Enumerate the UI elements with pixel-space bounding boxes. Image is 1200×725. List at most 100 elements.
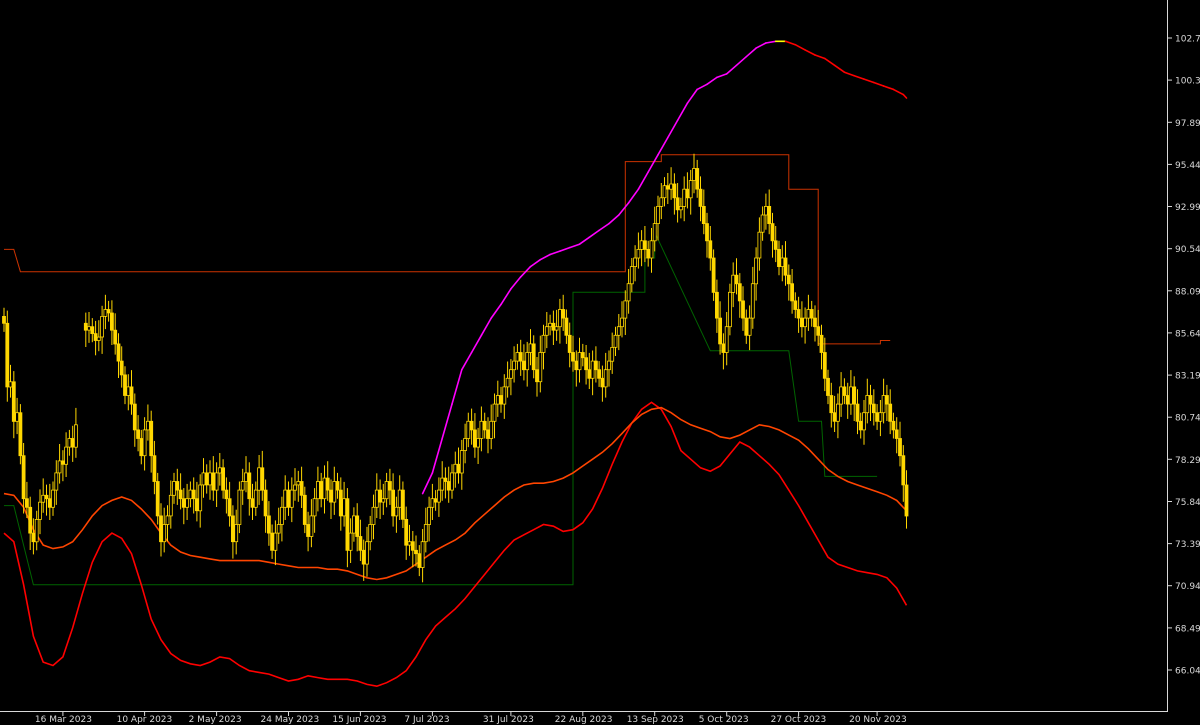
candle-body: [567, 334, 572, 353]
candle-body: [142, 429, 147, 457]
candle-body: [123, 374, 127, 396]
candle-body: [839, 386, 843, 405]
y-tick-label: 92.99: [1175, 203, 1200, 213]
candle-body: [646, 248, 651, 259]
candle-body: [698, 188, 703, 207]
candle-body: [502, 386, 507, 405]
candle-body: [348, 532, 353, 551]
candle-body: [463, 438, 468, 451]
candle-body: [332, 481, 337, 503]
candle-body: [230, 515, 235, 543]
candle-body: [577, 352, 582, 371]
x-tick-label: 5 Oct 2023: [699, 715, 749, 725]
candle-body: [518, 352, 523, 362]
candle-body: [100, 315, 104, 338]
candle-body: [456, 463, 461, 474]
candle-body: [783, 257, 788, 276]
candle-body: [669, 183, 673, 190]
price-candle: [18, 404, 23, 465]
candle-body: [571, 352, 575, 362]
candle-body: [361, 549, 366, 565]
candle-body: [548, 322, 552, 328]
candle-body: [387, 481, 392, 491]
y-tick-label: 97.89: [1175, 119, 1200, 129]
candle-body: [600, 377, 605, 388]
candle-body: [446, 481, 451, 491]
candle-body: [397, 489, 402, 508]
candle-body: [734, 274, 739, 285]
candle-body: [816, 326, 821, 336]
candle-body: [492, 403, 497, 422]
candle-body: [315, 481, 320, 500]
candle-body: [116, 343, 121, 362]
candle-body: [8, 381, 13, 388]
candle-body: [773, 240, 778, 250]
candle-body: [132, 403, 137, 431]
candle-body: [126, 386, 131, 396]
candle-body: [175, 481, 180, 491]
candle-body: [508, 369, 513, 379]
candle-body: [724, 326, 729, 353]
chart-background: [0, 0, 1200, 725]
candle-body: [515, 352, 520, 362]
y-tick-label: 100.34: [1175, 77, 1200, 87]
candle-body: [234, 524, 239, 543]
candle-body: [244, 472, 248, 482]
candle-body: [590, 360, 595, 379]
candle-body: [554, 326, 559, 331]
candle-body: [83, 322, 88, 331]
candle-body: [875, 412, 879, 422]
candle-body: [214, 472, 219, 491]
candle-body: [613, 334, 618, 348]
y-tick-label: 90.54: [1175, 245, 1200, 255]
candle-body: [38, 501, 42, 520]
candle-body: [384, 481, 389, 500]
x-tick-label: 16 Mar 2023: [35, 715, 92, 725]
candle-body: [607, 360, 611, 371]
candle-body: [901, 455, 906, 486]
candle-body: [652, 223, 657, 242]
candle-body: [24, 498, 29, 508]
candle-body: [90, 326, 95, 335]
candle-body: [57, 460, 62, 474]
x-tick-label: 31 Jul 2023: [483, 715, 534, 725]
candle-body: [711, 257, 716, 293]
candle-body: [417, 553, 422, 568]
candle-body: [796, 309, 801, 319]
candle-body: [888, 403, 893, 422]
candle-body: [296, 481, 301, 486]
candle-body: [319, 481, 324, 500]
candle-body: [31, 532, 36, 543]
candle-body: [365, 541, 369, 565]
candle-body: [430, 498, 435, 508]
candle-body: [665, 185, 670, 190]
candle-body: [34, 519, 39, 543]
candle-body: [871, 403, 876, 414]
candle-body: [538, 352, 543, 383]
y-tick-label: 95.44: [1175, 161, 1200, 171]
candle-body: [61, 460, 65, 465]
candle-body: [662, 185, 667, 199]
candle-body: [728, 291, 732, 328]
candle-body: [862, 412, 866, 431]
candle-body: [786, 274, 791, 285]
candle-body: [564, 317, 569, 336]
candle-body: [247, 472, 252, 500]
candle-body: [692, 168, 696, 181]
candle-body: [309, 515, 314, 537]
y-tick-label: 78.29: [1175, 456, 1200, 466]
candle-body: [865, 395, 870, 414]
candle-body: [394, 506, 399, 517]
candle-body: [450, 472, 454, 491]
candle-body: [270, 532, 275, 551]
candle-body: [227, 498, 232, 517]
candle-body: [129, 386, 134, 405]
candle-body: [325, 477, 330, 491]
candle-body: [528, 343, 533, 353]
candle-body: [2, 315, 6, 324]
candle-body: [466, 420, 471, 439]
candle-body: [757, 231, 762, 259]
candle-body: [351, 515, 356, 534]
candle-body: [302, 494, 307, 525]
candle-body: [855, 403, 860, 422]
